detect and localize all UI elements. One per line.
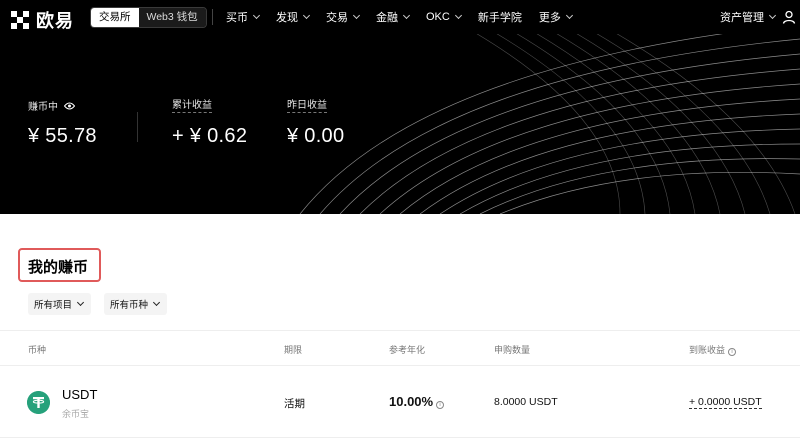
menu-buy-crypto[interactable]: 买币 (226, 9, 261, 25)
chevron-down-icon (252, 11, 261, 20)
chevron-down-icon (565, 11, 573, 20)
earnings-value[interactable]: + 0.0000 USDT (689, 396, 762, 409)
info-icon[interactable]: i (728, 348, 737, 356)
switch-web3-wallet[interactable]: Web3 钱包 (138, 8, 206, 27)
header-amount: 申购数量 (494, 345, 531, 355)
table-row[interactable]: USDT 余币宝 活期 10.00% i 8.0000 USDT + 0.0000… (0, 366, 800, 438)
chevron-down-icon (402, 11, 411, 20)
logo-text: 欧易 (36, 11, 74, 31)
currency-filter[interactable]: 所有币种 (104, 293, 168, 315)
cumulative-value: + ¥ 0.62 (172, 125, 248, 147)
earnings-cell: + 0.0000 USDT (689, 396, 762, 409)
term-cell: 活期 (284, 398, 305, 410)
chevron-down-icon (76, 298, 85, 307)
menu-label: 新手学院 (477, 12, 522, 24)
filter-label: 所有币种 (110, 300, 149, 311)
logo-icon (11, 11, 29, 29)
header-earnings-wrap: 到账收益 i (689, 343, 737, 356)
menu-more[interactable]: 更多 (538, 9, 573, 25)
menu-label: 更多 (538, 12, 561, 24)
menu-label: 金融 (376, 12, 398, 24)
apy-value: 10.00% (389, 394, 434, 409)
filter-label: 所有项目 (34, 300, 73, 311)
menu-discover[interactable]: 发现 (276, 9, 311, 25)
page-title: 我的赚币 (28, 259, 89, 276)
project-filter[interactable]: 所有项目 (28, 293, 92, 315)
earning-label: 赚币中 (28, 102, 58, 113)
menu-okc[interactable]: OKC (426, 11, 462, 23)
chevron-down-icon (352, 11, 361, 20)
yesterday-stat: 昨日收益 ¥ 0.00 (287, 96, 344, 148)
apy-cell: 10.00% i (389, 394, 445, 409)
amount-cell: 8.0000 USDT (494, 396, 558, 408)
yesterday-value: ¥ 0.00 (287, 125, 345, 147)
platform-switch: 交易所 Web3 钱包 (90, 7, 207, 28)
menu-label: 买币 (226, 12, 248, 24)
coin-product: 余币宝 (62, 409, 90, 419)
header-coin: 币种 (28, 345, 47, 355)
menu-label: OKC (426, 11, 450, 23)
earning-value: ¥ 55.78 (28, 125, 97, 147)
menu-label: 发现 (276, 12, 298, 24)
earning-stat: 赚币中 ¥ 55.78 (28, 98, 97, 148)
menu-finance[interactable]: 金融 (376, 9, 411, 25)
earn-summary-banner: 赚币中 ¥ 55.78 累计收益 + ¥ 0.62 昨日收益 ¥ 0.00 (0, 34, 800, 214)
main-menu: 买币 发现 交易 金融 OKC 新手学院 更多 (226, 0, 589, 34)
usdt-icon (27, 391, 50, 414)
chevron-down-icon (302, 11, 311, 20)
menu-trade[interactable]: 交易 (326, 9, 361, 25)
yesterday-label[interactable]: 昨日收益 (287, 96, 327, 113)
cumulative-stat: 累计收益 + ¥ 0.62 (172, 96, 247, 148)
chevron-down-icon (454, 11, 462, 20)
logo[interactable]: 欧易 (11, 7, 74, 33)
nav-divider (212, 9, 213, 25)
hero-divider (137, 112, 138, 142)
switch-exchange[interactable]: 交易所 (91, 8, 139, 27)
cumulative-label[interactable]: 累计收益 (172, 96, 212, 113)
assets-menu[interactable]: 资产管理 (720, 0, 777, 34)
menu-academy[interactable]: 新手学院 (478, 9, 522, 25)
eye-icon[interactable] (64, 102, 75, 110)
header-apy: 参考年化 (389, 345, 426, 355)
user-icon[interactable] (782, 10, 796, 24)
header-earnings: 到账收益 (689, 345, 726, 355)
coin-name: USDT (62, 387, 98, 402)
assets-label: 资产管理 (720, 12, 764, 24)
header-term: 期限 (284, 345, 303, 355)
chevron-down-icon (152, 298, 161, 307)
table-header: 币种 期限 参考年化 申购数量 到账收益 i (0, 330, 800, 366)
top-nav: 欧易 交易所 Web3 钱包 买币 发现 交易 金融 OKC 新手学院 更多 资… (0, 0, 800, 34)
info-icon[interactable]: i (436, 401, 445, 409)
chevron-down-icon (768, 11, 777, 20)
decorative-arcs (299, 34, 800, 214)
menu-label: 交易 (326, 12, 348, 24)
